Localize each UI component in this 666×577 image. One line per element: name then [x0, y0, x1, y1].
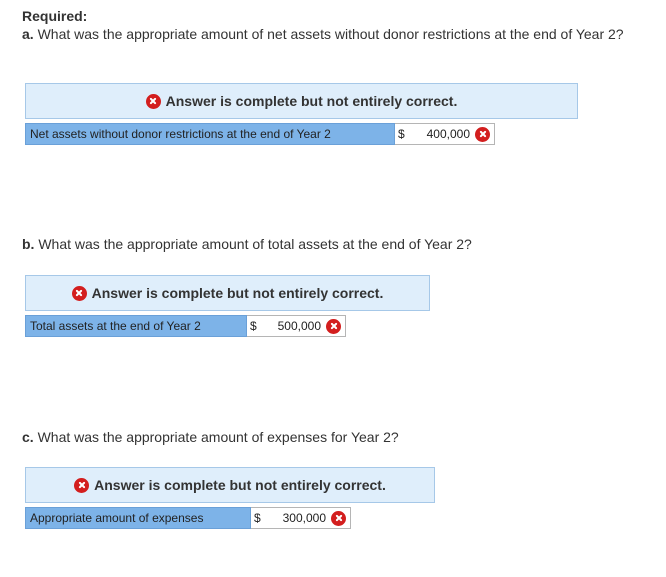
answer-label-a: Net assets without donor restrictions at… — [25, 123, 395, 145]
answer-input-b[interactable]: $ 500,000 — [247, 315, 346, 337]
answer-row-c: Appropriate amount of expenses $ 300,000 — [25, 507, 351, 529]
question-c-letter: c. — [22, 429, 34, 445]
status-banner-a: Answer is complete but not entirely corr… — [25, 83, 578, 119]
question-c-text: What was the appropriate amount of expen… — [37, 429, 399, 445]
error-x-icon — [145, 93, 161, 109]
currency-symbol-a: $ — [398, 127, 405, 141]
status-banner-c: Answer is complete but not entirely corr… — [25, 467, 435, 503]
question-b-letter: b. — [22, 236, 35, 252]
incorrect-x-icon — [475, 126, 490, 142]
question-a-letter: a. — [22, 26, 34, 42]
question-a: a. What was the appropriate amount of ne… — [22, 25, 652, 43]
status-text-a: Answer is complete but not entirely corr… — [165, 93, 458, 109]
answer-label-c: Appropriate amount of expenses — [25, 507, 251, 529]
answer-input-c[interactable]: $ 300,000 — [251, 507, 351, 529]
answer-row-b: Total assets at the end of Year 2 $ 500,… — [25, 315, 346, 337]
question-b-text: What was the appropriate amount of total… — [38, 236, 472, 252]
answer-label-b: Total assets at the end of Year 2 — [25, 315, 247, 337]
currency-symbol-b: $ — [250, 319, 257, 333]
answer-input-a[interactable]: $ 400,000 — [395, 123, 495, 145]
question-a-text: What was the appropriate amount of net a… — [37, 26, 624, 42]
required-label: Required: — [22, 8, 88, 24]
answer-row-a: Net assets without donor restrictions at… — [25, 123, 495, 145]
answer-value-c: 300,000 — [282, 511, 326, 525]
error-x-icon — [71, 285, 87, 301]
status-banner-b: Answer is complete but not entirely corr… — [25, 275, 430, 311]
answer-value-b: 500,000 — [277, 319, 321, 333]
answer-value-a: 400,000 — [426, 127, 470, 141]
question-c: c. What was the appropriate amount of ex… — [22, 428, 652, 446]
status-text-b: Answer is complete but not entirely corr… — [91, 285, 384, 301]
incorrect-x-icon — [331, 510, 346, 526]
error-x-icon — [74, 477, 90, 493]
currency-symbol-c: $ — [254, 511, 261, 525]
incorrect-x-icon — [326, 318, 341, 334]
question-b: b. What was the appropriate amount of to… — [22, 235, 652, 253]
status-text-c: Answer is complete but not entirely corr… — [94, 477, 386, 493]
